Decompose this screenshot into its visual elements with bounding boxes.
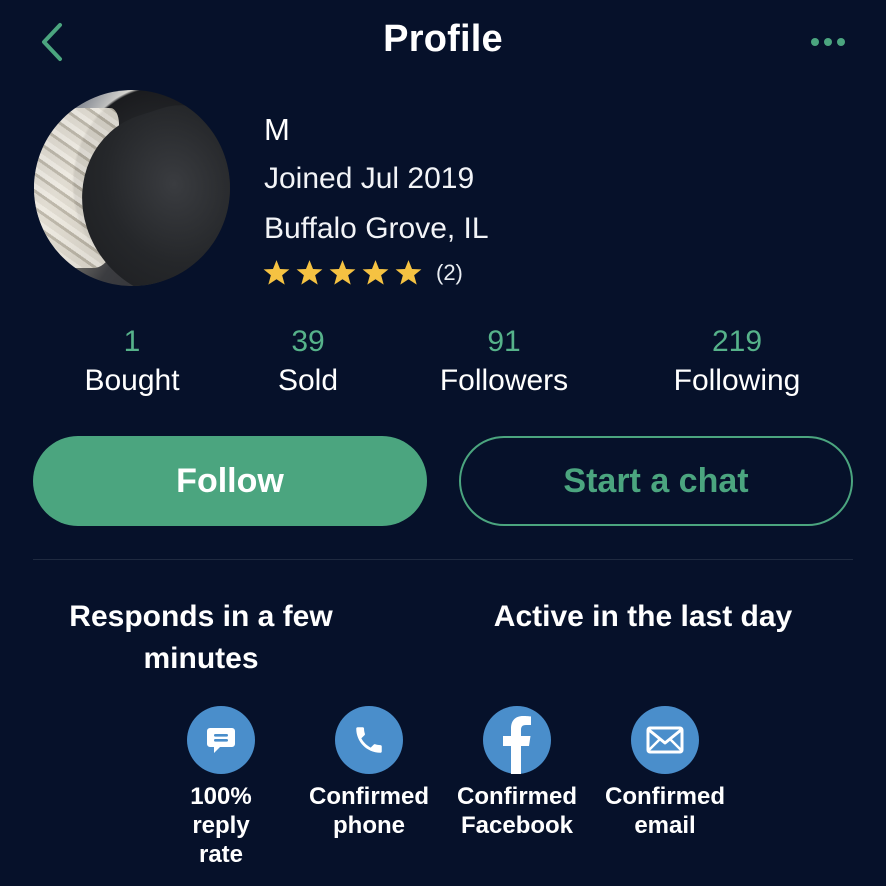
more-horizontal-icon <box>811 38 845 46</box>
profile-name: M <box>264 112 290 147</box>
page-title: Profile <box>383 18 503 60</box>
star-icon <box>263 259 290 285</box>
stat-value: 1 <box>123 325 141 358</box>
badge-email: Confirmed email <box>590 706 740 840</box>
more-options-button[interactable] <box>800 20 856 64</box>
rating-stars[interactable] <box>262 258 423 286</box>
facebook-icon <box>483 706 551 774</box>
follow-button[interactable]: Follow <box>33 436 427 526</box>
stat-followers[interactable]: 91 Followers <box>414 324 594 402</box>
stat-label: Followers <box>439 364 569 397</box>
stat-following[interactable]: 219 Following <box>642 324 832 402</box>
location: Buffalo Grove, IL <box>264 212 489 245</box>
joined-date: Joined Jul 2019 <box>264 162 475 195</box>
phone-icon <box>335 706 403 774</box>
star-icon <box>296 259 323 285</box>
stat-label: Bought <box>84 364 180 397</box>
badge-label: Confirmed phone <box>309 783 429 839</box>
stat-value: 39 <box>291 325 325 358</box>
badge-facebook: Confirmed Facebook <box>442 706 592 840</box>
divider <box>33 559 853 560</box>
stat-value: 91 <box>487 325 521 358</box>
response-time-status: Responds in a few minutes <box>69 600 333 675</box>
badge-phone: Confirmed phone <box>294 706 444 840</box>
badge-label: Confirmed email <box>605 783 725 839</box>
stat-label: Sold <box>277 364 339 397</box>
stat-value: 219 <box>711 325 763 358</box>
start-chat-button[interactable]: Start a chat <box>459 436 853 526</box>
star-icon <box>329 259 356 285</box>
stat-label: Following <box>673 364 801 397</box>
activity-status: Active in the last day <box>493 600 793 633</box>
badge-label: Confirmed Facebook <box>457 783 577 839</box>
stat-sold[interactable]: 39 Sold <box>248 324 368 402</box>
rating-count[interactable]: (2) <box>436 260 463 286</box>
badge-reply-rate: 100% reply rate <box>146 706 296 869</box>
badge-label: 100% reply rate <box>190 783 252 868</box>
stat-bought[interactable]: 1 Bought <box>62 324 202 402</box>
avatar[interactable] <box>34 90 230 286</box>
email-icon <box>631 706 699 774</box>
chat-bubble-icon <box>187 706 255 774</box>
star-icon <box>395 259 422 285</box>
star-icon <box>362 259 389 285</box>
